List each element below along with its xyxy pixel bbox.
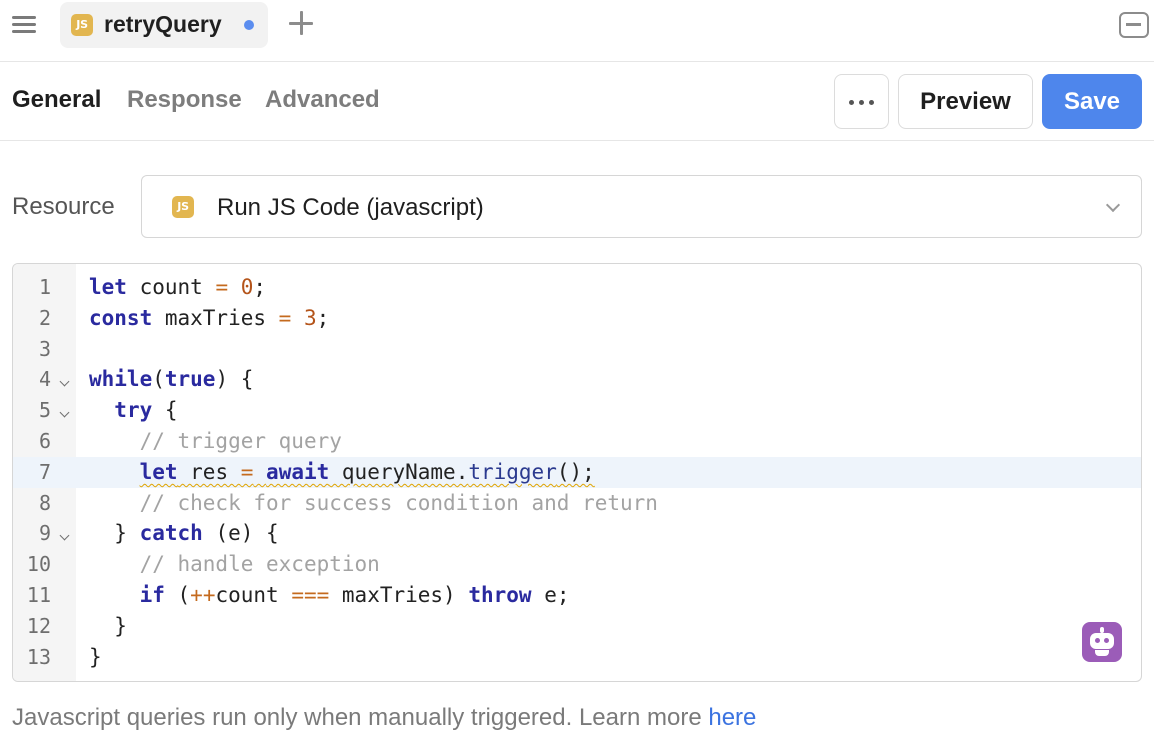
code-text: let res = await queryName.trigger();	[139, 459, 595, 484]
fold-chevron-icon[interactable]	[59, 376, 70, 387]
fold-chevron-icon[interactable]	[59, 407, 70, 418]
js-icon: JS	[172, 196, 194, 218]
code-line[interactable]: 4 while(true) {	[13, 364, 1141, 395]
line-number: 6	[38, 429, 51, 453]
line-number: 9	[38, 521, 51, 546]
unsaved-indicator-icon	[244, 20, 254, 30]
code-line[interactable]: 9 } catch (e) {	[13, 518, 1141, 549]
tab-advanced[interactable]: Advanced	[265, 86, 380, 114]
resource-value: Run JS Code (javascript)	[217, 194, 484, 221]
code-line[interactable]: 3	[13, 334, 1141, 365]
more-dot	[849, 100, 854, 105]
code-text: }	[89, 644, 102, 669]
code-line[interactable]: 1 let count = 0;	[13, 272, 1141, 303]
line-number: 7	[38, 459, 51, 484]
more-dot	[869, 100, 874, 105]
top-tab-bar: JS retryQuery	[0, 0, 1154, 62]
line-number: 10	[26, 552, 51, 577]
preview-button[interactable]: Preview	[898, 74, 1033, 129]
line-number: 1	[38, 275, 51, 299]
footer-text: Javascript queries run only when manuall…	[12, 704, 709, 731]
save-button[interactable]: Save	[1042, 74, 1142, 129]
code-text: // handle exception	[139, 552, 380, 577]
code-line[interactable]: 6 // trigger query	[13, 426, 1141, 457]
learn-more-link[interactable]: here	[708, 704, 756, 731]
line-number: 8	[38, 490, 51, 515]
menu-icon[interactable]	[12, 14, 38, 34]
ai-assistant-robot-icon[interactable]	[1082, 622, 1122, 662]
footer-hint: Javascript queries run only when manuall…	[12, 704, 756, 732]
line-number: 11	[26, 583, 51, 607]
line-number: 13	[26, 644, 51, 669]
line-number: 4	[38, 367, 51, 392]
code-text: try {	[114, 398, 178, 423]
code-editor[interactable]: 1 let count = 0; 2 const maxTries = 3; 3 4 whi…	[12, 263, 1142, 682]
more-dot	[859, 100, 864, 105]
query-toolbar: General Response Advanced Preview Save	[0, 62, 1154, 141]
code-text: // trigger query	[139, 429, 342, 453]
code-line[interactable]: 2 const maxTries = 3;	[13, 303, 1141, 334]
resource-select[interactable]: JS Run JS Code (javascript)	[141, 175, 1142, 238]
js-icon: JS	[71, 14, 93, 36]
code-line[interactable]: 13}	[13, 642, 1141, 673]
code-text: const maxTries = 3;	[89, 305, 330, 330]
code-line[interactable]: 11 if (++count === maxTries) throw e;	[13, 580, 1141, 611]
line-number: 12	[26, 613, 51, 638]
code-text: let count = 0;	[89, 275, 267, 299]
line-number: 3	[38, 336, 51, 361]
code-line[interactable]: 10 // handle exception	[13, 549, 1141, 580]
code-line[interactable]: 12 }	[13, 611, 1141, 642]
fold-chevron-icon[interactable]	[59, 530, 70, 541]
resource-label: Resource	[12, 193, 115, 220]
tab-general[interactable]: General	[12, 86, 101, 114]
tab-response[interactable]: Response	[127, 86, 242, 114]
code-text: while(true) {	[89, 367, 254, 392]
query-tab[interactable]: JS retryQuery	[60, 2, 268, 48]
code-text: // check for success condition and retur…	[139, 490, 658, 515]
line-number: 5	[38, 398, 51, 423]
line-number: 2	[38, 305, 51, 330]
add-tab-plus-icon[interactable]	[288, 10, 314, 36]
code-line[interactable]: 8 // check for success condition and ret…	[13, 488, 1141, 519]
chevron-down-icon	[1105, 197, 1121, 213]
code-line[interactable]: 7 let res = await queryName.trigger();	[13, 456, 1141, 488]
code-line[interactable]: 5 try {	[13, 395, 1141, 426]
collapse-panel-icon[interactable]	[1119, 12, 1149, 38]
code-text: } catch (e) {	[89, 521, 279, 546]
code-text: }	[89, 613, 127, 638]
more-options-button[interactable]	[834, 74, 889, 129]
query-tab-title: retryQuery	[104, 11, 222, 37]
code-text: if (++count === maxTries) throw e;	[139, 583, 570, 607]
